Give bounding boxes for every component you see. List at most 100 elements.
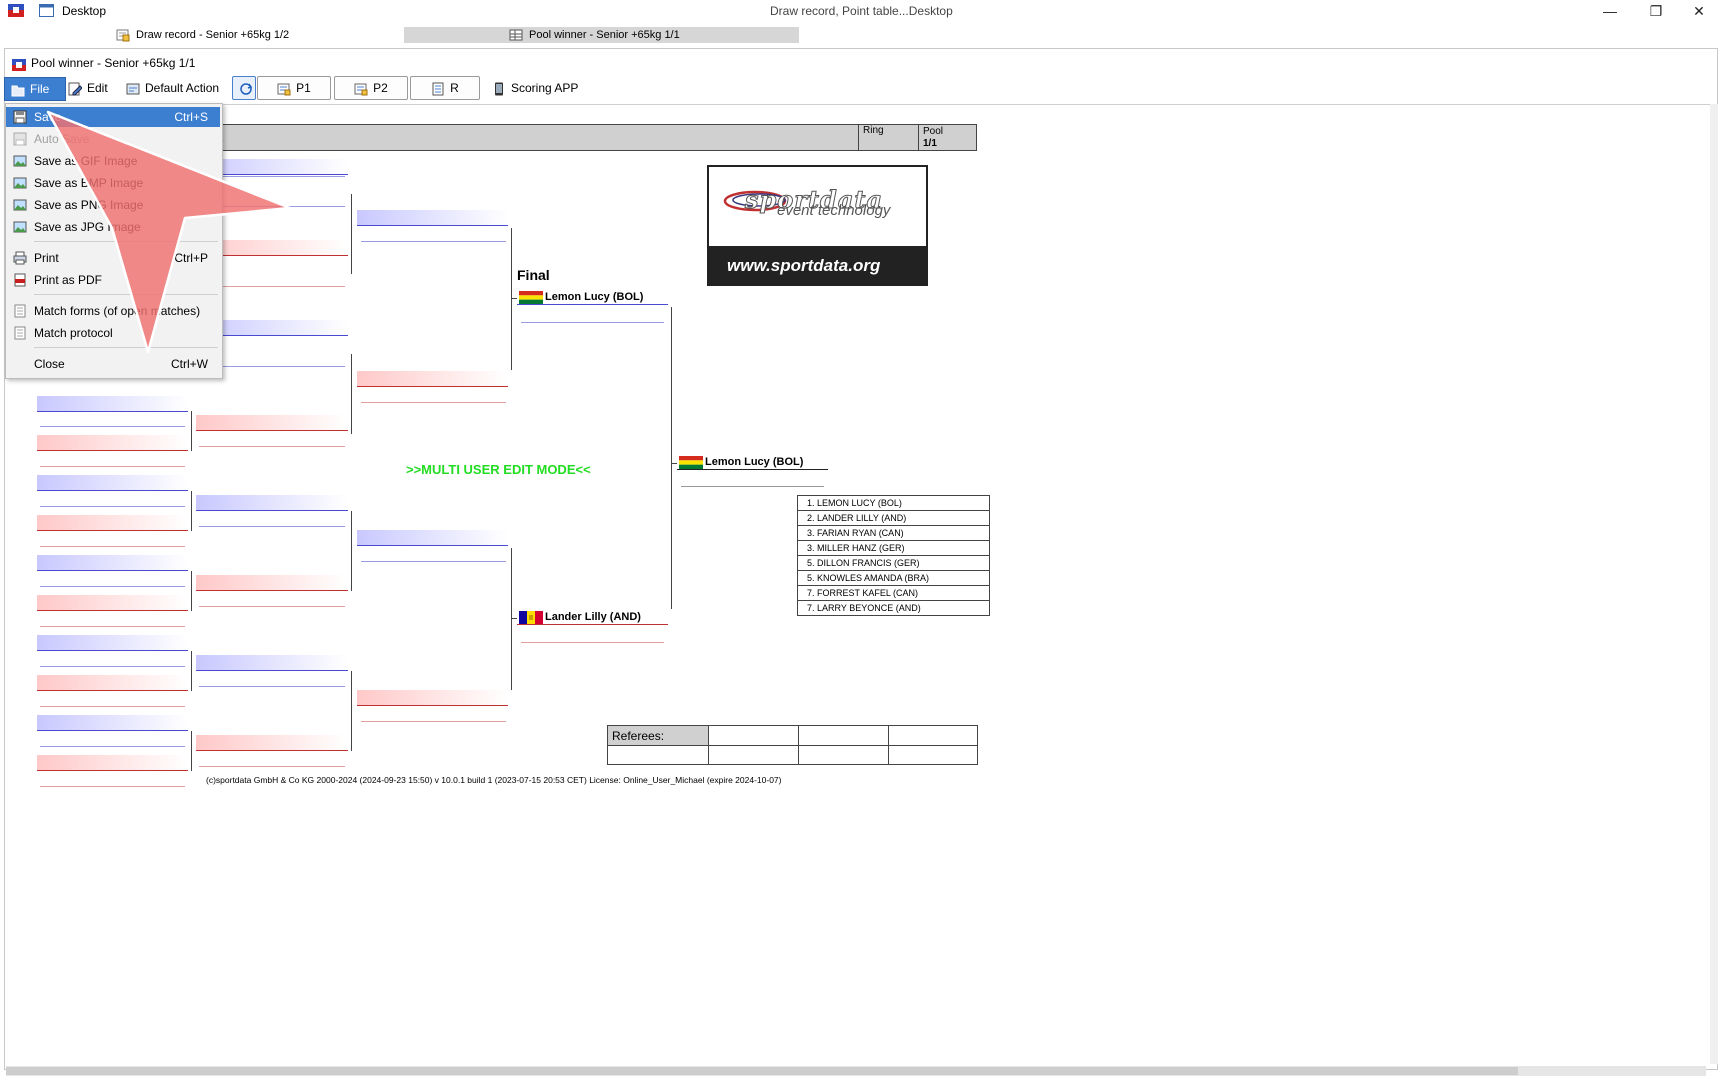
bracket-connector — [191, 571, 192, 611]
referees-label: Referees: — [612, 729, 665, 743]
document-tab-bar: Draw record - Senior +65kg 1/2 Pool winn… — [0, 25, 1720, 45]
results-icon — [431, 81, 445, 96]
bracket-slot-underline — [199, 526, 345, 527]
bracket-slot[interactable] — [37, 595, 188, 611]
bracket-slot[interactable] — [37, 475, 188, 491]
edit-label: Edit — [87, 81, 108, 95]
bracket-slot[interactable] — [37, 635, 188, 651]
bracket-slot-underline — [40, 586, 185, 587]
menu-item-print[interactable]: Print Ctrl+P — [6, 248, 220, 268]
autosave-icon — [13, 132, 27, 146]
menu-item-save-png[interactable]: Save as PNG Image — [6, 195, 220, 215]
finalist-top[interactable]: Lemon Lucy (BOL) — [517, 290, 668, 305]
finalist-top-name: Lemon Lucy (BOL) — [545, 291, 644, 303]
referee-cell[interactable] — [708, 726, 798, 764]
pdf-icon — [13, 273, 27, 287]
menu-item-match-forms[interactable]: Match forms (of open matches) — [6, 301, 220, 321]
bolivia-flag-icon — [679, 456, 703, 469]
bracket-connector — [511, 548, 512, 690]
printer-icon — [13, 251, 27, 265]
result-row: 5. KNOWLES AMANDA (BRA) — [798, 571, 989, 586]
bracket-slot[interactable] — [37, 675, 188, 691]
result-row: 3. FARIAN RYAN (CAN) — [798, 526, 989, 541]
bracket-slot[interactable] — [37, 555, 188, 571]
file-menu-button[interactable]: File — [4, 77, 66, 101]
bracket-slot-underline — [361, 721, 506, 722]
bracket-slot[interactable] — [196, 495, 348, 511]
menu-item-print-pdf[interactable]: Print as PDF — [6, 270, 220, 290]
close-icon[interactable]: ✕ — [1676, 0, 1720, 22]
vertical-scrollbar[interactable] — [1710, 104, 1718, 1064]
logo-url: www.sportdata.org — [727, 256, 881, 275]
menu-item-match-protocol[interactable]: Match protocol — [6, 323, 220, 343]
p1-label: P1 — [296, 81, 311, 95]
p2-label: P2 — [373, 81, 388, 95]
bracket-connector — [191, 731, 192, 771]
save-icon — [13, 110, 27, 124]
scoring-app-button[interactable]: Scoring APP — [486, 77, 584, 99]
menu-item-save-gif[interactable]: Save as GIF Image — [6, 151, 220, 171]
finalist-bottom[interactable]: Lander Lilly (AND) — [517, 610, 668, 625]
referee-cell[interactable] — [798, 726, 888, 764]
bracket-slot[interactable] — [196, 655, 348, 671]
bracket-slot[interactable] — [357, 371, 508, 387]
menu-item-label: Auto Save — [34, 132, 90, 146]
bracket-slot-underline — [361, 402, 506, 403]
tab-label: Pool winner - Senior +65kg 1/1 — [529, 29, 680, 41]
result-row: 7. LARRY BEYONCE (AND) — [798, 601, 989, 616]
bracket-slot[interactable] — [196, 575, 348, 591]
menu-item-label: Save as PNG Image — [34, 198, 144, 212]
license-footer: (c)sportdata GmbH & Co KG 2000-2024 (202… — [206, 775, 782, 785]
pool-value: 1/1 — [923, 138, 937, 149]
default-action-button[interactable]: Default Action — [120, 77, 225, 99]
content-divider — [6, 104, 1710, 105]
bracket-slot[interactable] — [37, 435, 188, 451]
bracket-slot[interactable] — [357, 530, 508, 546]
menu-item-save-jpg[interactable]: Save as JPG Image — [6, 217, 220, 237]
app-logo-icon — [12, 56, 26, 71]
results-table: 1. LEMON LUCY (BOL) 2. LANDER LILLY (AND… — [797, 495, 990, 616]
p2-button[interactable]: P2 — [334, 76, 408, 100]
bracket-slot[interactable] — [196, 735, 348, 751]
bracket-slot[interactable] — [357, 210, 508, 226]
menu-item-label: Print — [34, 251, 59, 265]
r-button[interactable]: R — [410, 76, 480, 100]
result-row: 7. FORREST KAFEL (CAN) — [798, 586, 989, 601]
pool-cell: Pool 1/1 — [918, 125, 976, 150]
logo-tagline: event technology — [777, 202, 891, 219]
bracket-slot[interactable] — [37, 396, 188, 412]
winner-slot[interactable]: Lemon Lucy (BOL) — [677, 455, 828, 470]
bracket-slot[interactable] — [37, 755, 188, 771]
p1-button[interactable]: P1 — [257, 76, 331, 100]
bracket-slot[interactable] — [357, 690, 508, 706]
scoreboard-icon — [354, 81, 368, 96]
tab-draw-record[interactable]: Draw record - Senior +65kg 1/2 — [108, 27, 396, 43]
tab-pool-winner[interactable]: Pool winner - Senior +65kg 1/1 — [404, 27, 799, 43]
menu-item-save-bmp[interactable]: Save as BMP Image — [6, 173, 220, 193]
result-row: 5. DILLON FRANCIS (GER) — [798, 556, 989, 571]
bracket-connector — [671, 307, 672, 609]
menu-separator — [34, 294, 218, 295]
menu-item-label: Match protocol — [34, 326, 113, 340]
horizontal-scrollbar-thumb[interactable] — [6, 1067, 1518, 1075]
refresh-button[interactable] — [232, 76, 256, 100]
bracket-slot[interactable] — [37, 515, 188, 531]
minimize-icon[interactable]: — — [1587, 0, 1633, 22]
bracket-slot-underline — [40, 426, 185, 427]
edit-button[interactable]: Edit — [62, 77, 114, 99]
andorra-flag-icon — [519, 611, 543, 624]
image-icon — [13, 176, 27, 190]
menu-separator — [34, 347, 218, 348]
menu-item-save[interactable]: Save Ctrl+S — [6, 107, 220, 127]
restore-icon[interactable]: ❐ — [1633, 0, 1679, 22]
referee-cell[interactable] — [888, 726, 978, 764]
inner-title-text: Pool winner - Senior +65kg 1/1 — [31, 56, 196, 70]
scoreboard-icon — [277, 81, 291, 96]
bracket-slot[interactable] — [196, 415, 348, 431]
bracket-slot-underline — [40, 466, 185, 467]
bracket-slot[interactable] — [37, 715, 188, 731]
bracket-slot-underline — [40, 666, 185, 667]
menu-item-close[interactable]: Close Ctrl+W — [6, 354, 220, 374]
final-label: Final — [517, 267, 550, 283]
file-menu-dropdown: Save Ctrl+S Auto Save Save as GIF Image … — [5, 103, 223, 379]
